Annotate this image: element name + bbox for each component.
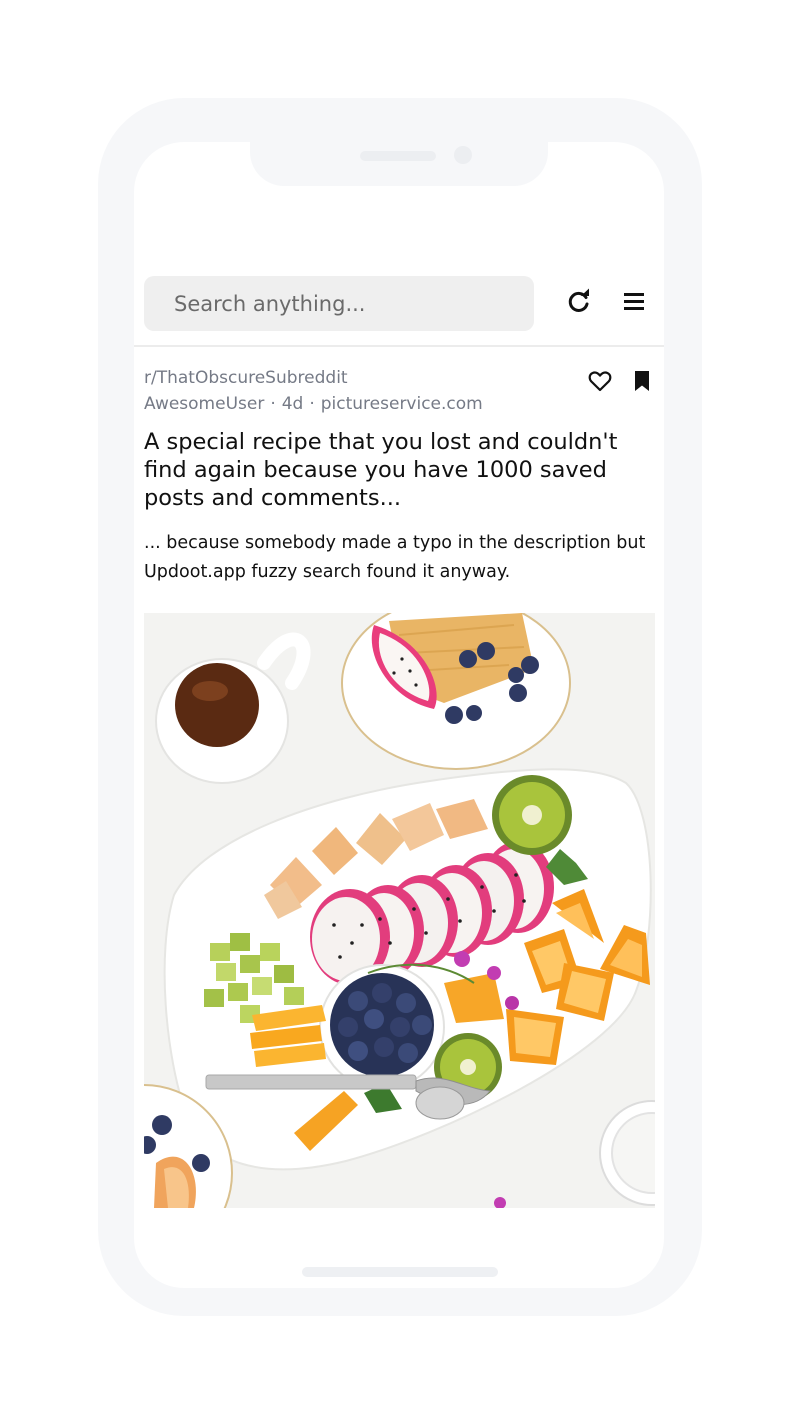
meta-separator: ·	[309, 394, 315, 414]
post-domain[interactable]: pictureservice.com	[321, 394, 483, 414]
refresh-icon	[568, 288, 589, 312]
like-button[interactable]	[586, 367, 614, 395]
post-description: ... because somebody made a typo in the …	[144, 533, 646, 582]
post-author[interactable]: AwesomeUser	[144, 394, 264, 414]
save-button[interactable]	[629, 367, 655, 395]
topbar-divider	[134, 345, 664, 347]
refresh-button[interactable]	[564, 287, 594, 317]
blueberry-bowl	[319, 964, 445, 1090]
post-title[interactable]: A special recipe that you lost and could…	[144, 428, 654, 512]
phone-camera	[454, 146, 472, 164]
heart-outline-icon	[588, 371, 612, 392]
bookmark-filled-icon	[635, 371, 649, 391]
meta-separator: ·	[270, 394, 276, 414]
crepe-plate	[341, 613, 571, 770]
subreddit-link[interactable]: r/ThatObscureSubreddit	[144, 368, 348, 388]
home-indicator	[302, 1267, 498, 1277]
hamburger-menu-icon	[624, 293, 644, 310]
search-bar[interactable]	[144, 276, 534, 331]
search-input[interactable]	[172, 290, 516, 317]
phone-speaker	[360, 151, 436, 161]
post-age: 4d	[281, 394, 304, 414]
post-image[interactable]	[144, 613, 655, 1208]
fruit-platter-image	[144, 613, 655, 1208]
post-meta: AwesomeUser · 4d · pictureservice.com	[144, 394, 483, 414]
phone-notch	[250, 140, 548, 186]
menu-button[interactable]	[621, 287, 651, 317]
